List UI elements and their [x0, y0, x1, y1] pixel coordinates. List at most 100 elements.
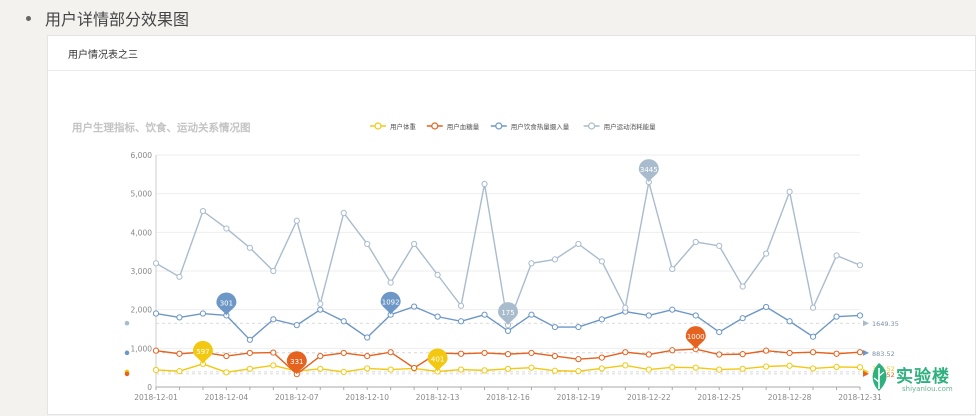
data-point	[270, 362, 277, 369]
data-point	[763, 250, 770, 257]
y-tick-label: 3,000	[131, 267, 153, 276]
data-point	[387, 366, 394, 373]
data-point	[528, 364, 535, 371]
data-point	[246, 336, 253, 343]
avg-label-burn: 1649.35	[872, 320, 899, 328]
y-tick-label: 1,000	[131, 344, 153, 353]
max-pin-intake-label: 1092	[382, 299, 400, 307]
data-point	[199, 310, 207, 317]
data-point	[317, 352, 324, 360]
data-point	[457, 302, 465, 309]
data-point	[622, 362, 629, 369]
data-point	[575, 323, 582, 331]
data-point	[833, 313, 840, 320]
data-point	[270, 316, 277, 323]
data-point	[340, 368, 347, 376]
data-point	[645, 351, 652, 358]
data-point	[856, 262, 864, 269]
data-point	[856, 312, 864, 319]
data-point	[387, 349, 394, 356]
data-point	[223, 225, 230, 232]
data-point	[481, 349, 488, 357]
data-point	[246, 244, 253, 251]
data-point	[176, 273, 183, 280]
data-point	[223, 352, 230, 360]
chart-card: 用户情况表之三 用户生理指标、饮食、运动关系情况图 用户体重 用户血糖量 用户饮食热量…	[47, 35, 976, 415]
data-point	[786, 362, 793, 369]
data-point	[293, 217, 300, 224]
data-point	[504, 327, 512, 335]
data-point	[598, 365, 605, 372]
data-point	[340, 209, 347, 217]
legend-item-3: 用户运动消耗能量	[604, 122, 657, 131]
min-pin-burn-label: 175	[501, 309, 514, 317]
chart-container: 用户生理指标、饮食、运动关系情况图 用户体重 用户血糖量 用户饮食热量摄入量 用户运动消…	[48, 71, 976, 416]
legend-item-2: 用户饮食热量摄入量	[511, 122, 570, 131]
data-point	[833, 363, 840, 370]
legend-item-1: 用户血糖量	[447, 122, 480, 131]
data-point	[387, 279, 394, 286]
y-tick-label: 5,000	[131, 190, 153, 199]
y-tick-label: 6,000	[131, 151, 153, 160]
data-point	[340, 318, 347, 325]
watermark: 实验楼 shiyanlou.com	[866, 360, 966, 396]
data-point	[622, 304, 629, 311]
data-point	[152, 260, 160, 267]
min-pin-weight-label: 401	[431, 355, 444, 363]
data-point	[786, 188, 793, 195]
y-tick-label: 4,000	[131, 228, 153, 237]
data-point	[598, 258, 605, 265]
data-point	[270, 267, 277, 275]
data-point	[246, 349, 253, 357]
avg-start-dot-burn	[124, 320, 130, 326]
data-point	[809, 333, 817, 340]
data-point	[528, 311, 535, 318]
legend-swatch-dot	[495, 122, 503, 130]
data-point	[809, 304, 817, 311]
max-pin-weight-label: 597	[196, 348, 209, 356]
data-point	[317, 300, 324, 307]
data-point	[716, 328, 723, 336]
data-point	[575, 356, 582, 363]
data-point	[645, 366, 652, 373]
data-point	[716, 242, 723, 249]
data-point	[317, 306, 324, 313]
card-title: 用户情况表之三	[68, 49, 138, 61]
avg-start-dot-sugar	[124, 371, 130, 377]
section-heading: 用户详情部分效果图	[26, 6, 189, 30]
data-point	[270, 349, 277, 356]
legend-swatch-dot	[587, 122, 596, 130]
data-point	[434, 271, 441, 278]
data-point	[763, 347, 770, 354]
data-point	[786, 349, 793, 357]
data-point	[669, 364, 676, 371]
avg-arrow-intake	[863, 349, 869, 356]
bullet-icon	[26, 15, 31, 21]
data-point	[246, 365, 253, 372]
avg-label-intake: 883.52	[872, 350, 895, 358]
data-point	[481, 311, 488, 318]
legend-item-0: 用户体重	[390, 122, 417, 131]
data-point	[293, 322, 300, 329]
data-point	[763, 303, 770, 311]
data-point	[739, 315, 746, 322]
data-point	[551, 352, 559, 360]
data-point	[528, 349, 535, 357]
data-point	[575, 368, 582, 375]
data-point	[364, 334, 371, 341]
data-point	[551, 367, 559, 374]
data-point	[622, 349, 629, 356]
avg-arrow-burn	[863, 320, 869, 327]
data-point	[716, 351, 723, 358]
data-point	[434, 313, 441, 320]
data-point	[598, 354, 605, 361]
watermark-title: 实验楼	[896, 367, 950, 387]
data-point	[645, 312, 652, 319]
data-point	[411, 364, 418, 372]
data-point	[504, 351, 512, 358]
data-point	[669, 265, 676, 273]
data-point	[317, 365, 324, 372]
data-point	[575, 240, 582, 248]
data-point	[176, 368, 183, 375]
min-pin-intake-label: 301	[220, 299, 233, 307]
